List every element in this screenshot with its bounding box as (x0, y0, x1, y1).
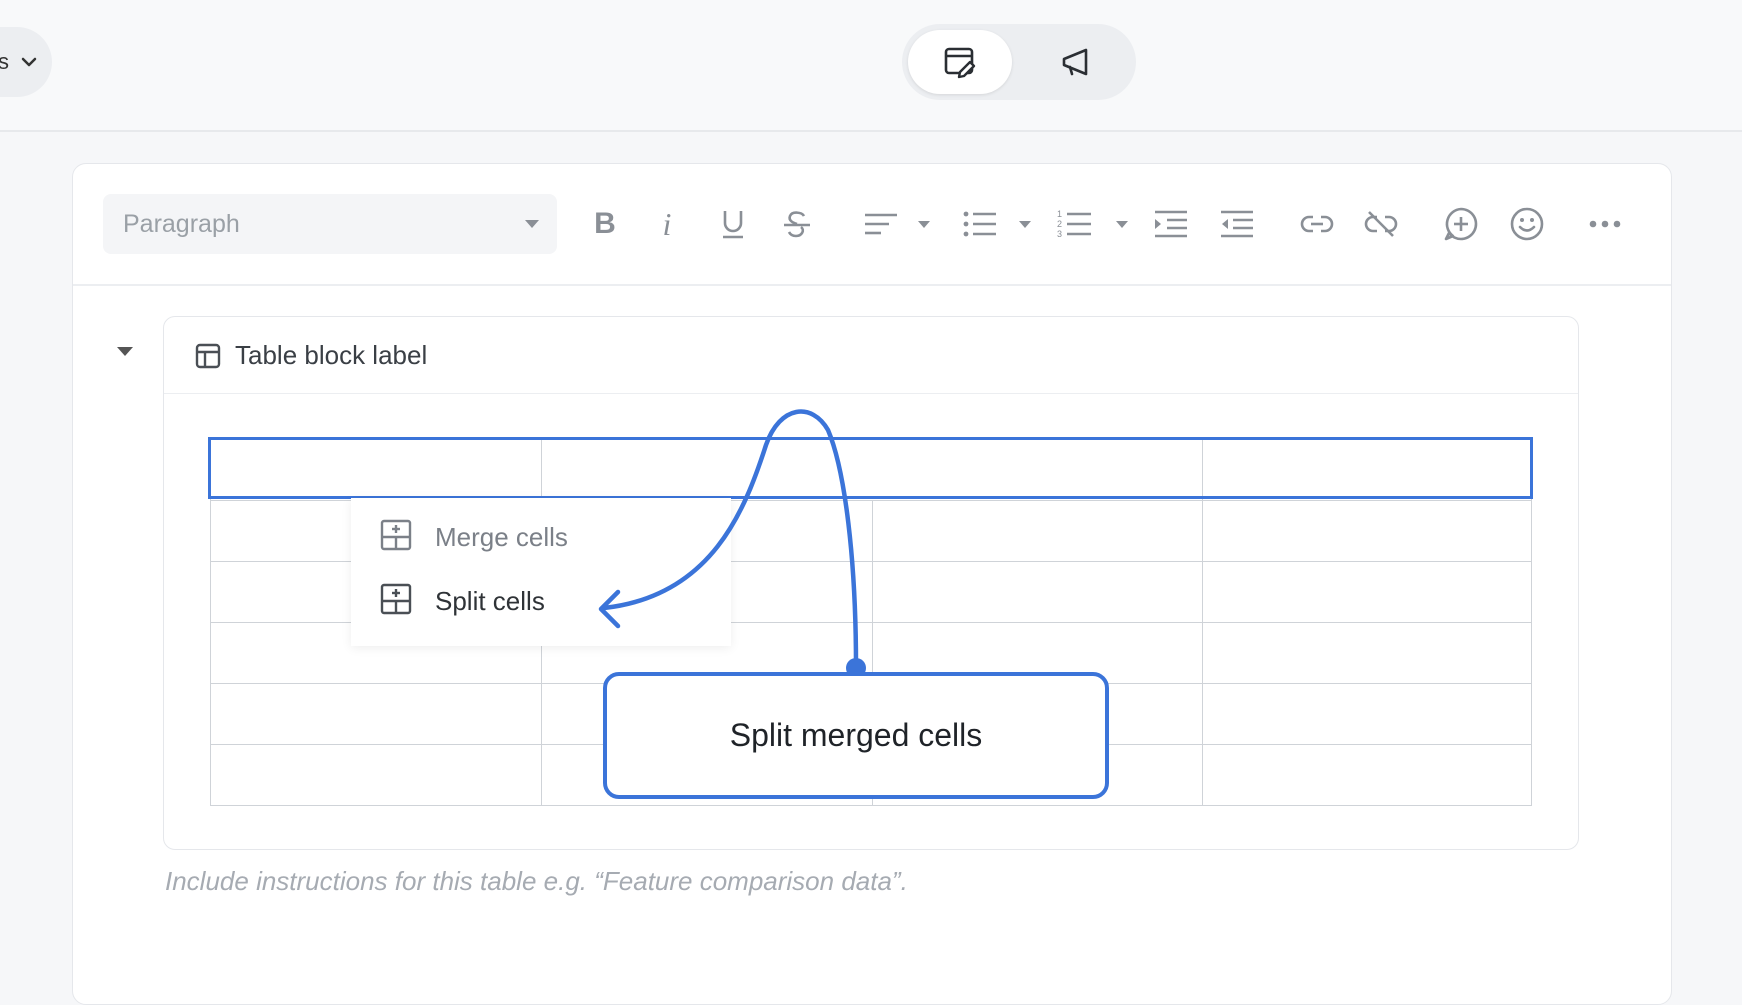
split-cells-label: Split cells (435, 586, 545, 616)
unlink-button[interactable] (1361, 198, 1401, 250)
strikethrough-icon (784, 211, 810, 238)
table-instructions-hint: Include instructions for this table e.g.… (165, 866, 908, 896)
merge-cells-icon (380, 519, 412, 551)
numbered-list-caret-icon[interactable] (1116, 221, 1128, 228)
paragraph-style-select[interactable]: Paragraph (103, 194, 557, 254)
table-cell[interactable] (872, 439, 1203, 501)
italic-icon: i (662, 206, 672, 242)
indent-button[interactable] (1151, 198, 1191, 250)
svg-text:2: 2 (1057, 219, 1062, 229)
callout-box: Split merged cells (603, 672, 1109, 799)
svg-text:3: 3 (1057, 229, 1062, 239)
bold-button[interactable]: B (585, 198, 625, 250)
table-cell[interactable] (1202, 622, 1532, 684)
outdent-button[interactable] (1217, 198, 1257, 250)
table-cell[interactable] (1202, 744, 1532, 806)
link-icon (1300, 215, 1334, 233)
numbered-list-button[interactable]: 1 2 3 (1055, 198, 1095, 250)
align-caret-icon[interactable] (918, 221, 930, 228)
cell-context-menu: Merge cells Split cells (351, 498, 731, 646)
add-comment-button[interactable] (1441, 198, 1481, 250)
strikethrough-button[interactable] (777, 198, 817, 250)
workspace-dropdown-label: s (0, 49, 9, 74)
table-cell[interactable] (210, 683, 542, 745)
edit-mode-button[interactable] (908, 30, 1012, 94)
callout-text: Split merged cells (729, 717, 983, 753)
table-cell[interactable] (541, 439, 873, 501)
table-block-label: Table block label (235, 340, 428, 370)
split-cells-icon (380, 583, 412, 615)
table-block-header: Table block label (164, 317, 1578, 394)
table-cell[interactable] (872, 500, 1203, 562)
workspace-dropdown[interactable]: s (0, 27, 52, 97)
mode-switch (902, 24, 1136, 100)
bullet-list-button[interactable] (960, 198, 1000, 250)
more-options-button[interactable] (1585, 198, 1625, 250)
table-cell[interactable] (1202, 500, 1532, 562)
svg-text:1: 1 (1057, 209, 1062, 219)
table-icon (195, 343, 221, 369)
align-icon (865, 213, 897, 235)
table-row (210, 439, 1532, 501)
unlink-icon (1364, 211, 1398, 237)
table-cell[interactable] (872, 561, 1203, 623)
merge-cells-label: Merge cells (435, 522, 568, 552)
collapse-block-toggle[interactable] (117, 347, 133, 356)
edit-document-icon (944, 47, 976, 79)
bullet-list-icon (963, 211, 996, 237)
formatting-toolbar: Paragraph B i 1 2 3 (73, 164, 1671, 286)
table-cell[interactable] (1202, 561, 1532, 623)
announce-mode-button[interactable] (1024, 30, 1128, 94)
italic-button[interactable]: i (649, 198, 685, 250)
paragraph-style-value: Paragraph (123, 209, 240, 238)
numbered-list-icon: 1 2 3 (1057, 209, 1091, 239)
bullet-list-caret-icon[interactable] (1019, 221, 1031, 228)
underline-button[interactable] (713, 198, 753, 250)
top-bar: s (0, 0, 1742, 132)
chevron-down-icon (21, 57, 37, 67)
table-cell[interactable] (1202, 683, 1532, 745)
underline-icon (723, 211, 743, 239)
table-cell[interactable] (210, 439, 542, 501)
emoji-button[interactable] (1507, 198, 1547, 250)
table-cell[interactable] (210, 744, 542, 806)
align-button[interactable] (861, 198, 901, 250)
split-cells-menu-item[interactable]: Split cells (351, 568, 731, 632)
megaphone-icon (1062, 48, 1088, 76)
table-cell[interactable] (1202, 439, 1532, 501)
add-comment-icon (1444, 207, 1478, 241)
caret-down-icon (525, 220, 539, 228)
indent-icon (1155, 210, 1187, 238)
more-icon (1589, 220, 1621, 228)
link-button[interactable] (1297, 198, 1337, 250)
merge-cells-menu-item[interactable]: Merge cells (351, 504, 731, 568)
outdent-icon (1221, 210, 1253, 238)
bold-icon: B (594, 207, 616, 240)
emoji-icon (1510, 207, 1544, 241)
